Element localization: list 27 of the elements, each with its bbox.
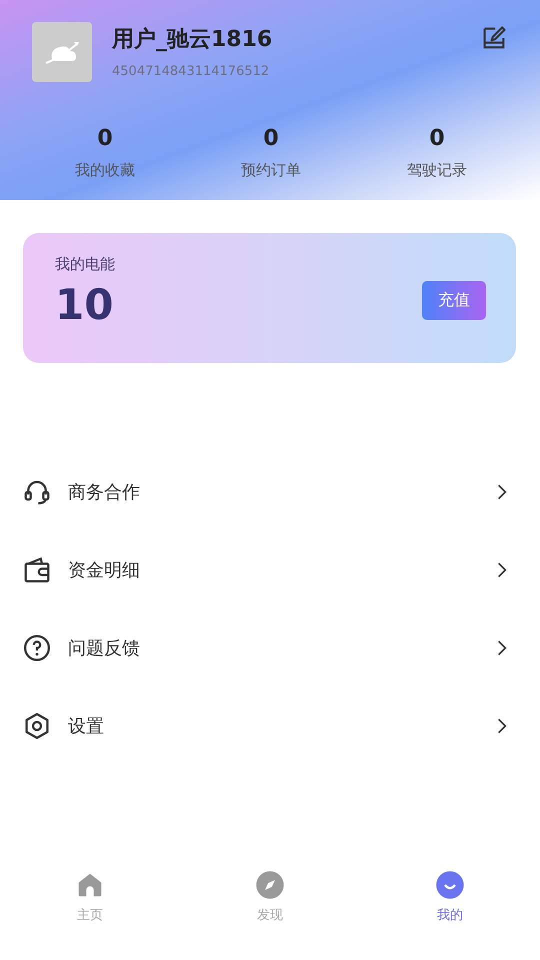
avatar <box>32 22 92 82</box>
menu-label: 商务合作 <box>68 481 141 504</box>
user-id: 4504714843114176512 <box>112 64 270 79</box>
help-icon <box>22 633 52 663</box>
stat-value: 0 <box>97 126 113 151</box>
stat-value: 0 <box>429 126 445 151</box>
stat-label[interactable]: 驾驶记录 <box>407 161 467 180</box>
energy-value: 10 <box>55 280 114 329</box>
recharge-button[interactable]: 充值 <box>422 280 486 320</box>
menu-label: 资金明细 <box>68 559 141 582</box>
smile-icon <box>435 870 465 900</box>
username: 用户_驰云1816 <box>112 26 274 54</box>
menu-item[interactable]: 设置 <box>0 687 540 765</box>
stat-label[interactable]: 预约订单 <box>241 161 301 180</box>
wallet-icon <box>22 555 52 585</box>
energy-title: 我的电能 <box>55 255 115 274</box>
tab[interactable]: 我的 <box>360 870 540 960</box>
menu-item[interactable]: 商务合作 <box>0 453 540 531</box>
menu-item[interactable]: 问题反馈 <box>0 609 540 687</box>
menu-item[interactable]: 资金明细 <box>0 531 540 609</box>
tab[interactable]: 发现 <box>180 870 360 960</box>
menu-label: 设置 <box>68 715 105 738</box>
tab[interactable]: 主页 <box>0 870 180 960</box>
menu-label: 问题反馈 <box>68 637 141 660</box>
stat-value: 0 <box>263 126 279 151</box>
stat-label[interactable]: 我的收藏 <box>75 161 135 180</box>
compass-icon <box>255 870 285 900</box>
